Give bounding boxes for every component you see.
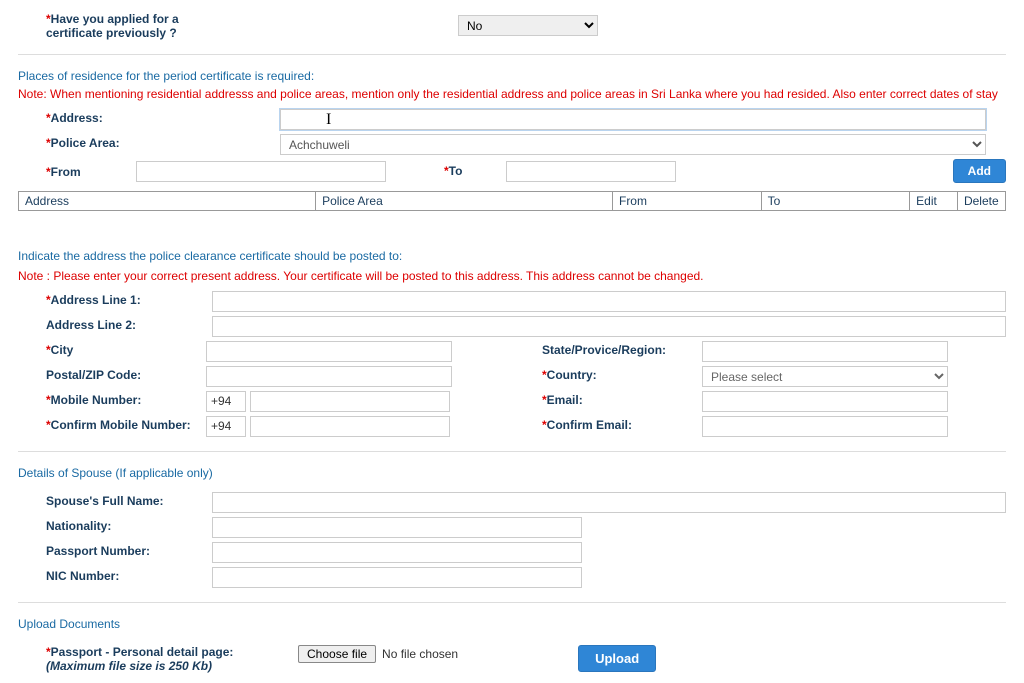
- country-label: Country:: [547, 368, 597, 382]
- postal-label: Postal/ZIP Code:: [46, 368, 141, 382]
- addr1-label: Address Line 1:: [51, 293, 141, 307]
- upload-passport-label: Passport - Personal detail page:: [51, 645, 234, 659]
- applied-prev-label: Have you applied for a certificate previ…: [46, 12, 179, 40]
- confirm-mobile-label: Confirm Mobile Number:: [51, 418, 191, 432]
- col-to: To: [761, 192, 909, 211]
- spouse-nationality-input[interactable]: [212, 517, 582, 538]
- address-input[interactable]: [280, 109, 986, 130]
- confirm-mobile-input[interactable]: [250, 416, 450, 437]
- spouse-nationality-label: Nationality:: [46, 519, 111, 533]
- upload-button[interactable]: Upload: [578, 645, 656, 672]
- email-label: Email:: [547, 393, 583, 407]
- addr2-input[interactable]: [212, 316, 1006, 337]
- col-police: Police Area: [316, 192, 613, 211]
- city-input[interactable]: [206, 341, 452, 362]
- from-date-input[interactable]: [136, 161, 386, 182]
- residence-heading: Places of residence for the period certi…: [18, 69, 1006, 83]
- choose-file-button[interactable]: Choose file: [298, 645, 376, 663]
- confirm-mobile-prefix: +94: [206, 416, 246, 437]
- spouse-fullname-input[interactable]: [212, 492, 1006, 513]
- state-input[interactable]: [702, 341, 948, 362]
- col-edit: Edit: [910, 192, 958, 211]
- col-delete: Delete: [957, 192, 1005, 211]
- upload-max-size: (Maximum file size is 250 Kb): [46, 659, 298, 673]
- add-button[interactable]: Add: [953, 159, 1006, 183]
- mobile-input[interactable]: [250, 391, 450, 412]
- divider: [18, 602, 1006, 603]
- posting-heading: Indicate the address the police clearanc…: [18, 249, 1006, 263]
- confirm-email-label: Confirm Email:: [547, 418, 632, 432]
- spouse-fullname-label: Spouse's Full Name:: [46, 494, 164, 508]
- confirm-email-input[interactable]: [702, 416, 948, 437]
- addr1-input[interactable]: [212, 291, 1006, 312]
- email-input[interactable]: [702, 391, 948, 412]
- from-label: From: [51, 165, 81, 179]
- no-file-text: No file chosen: [382, 647, 458, 661]
- mobile-label: Mobile Number:: [51, 393, 142, 407]
- file-chooser[interactable]: Choose file No file chosen: [298, 645, 458, 663]
- country-select[interactable]: Please select: [702, 366, 948, 387]
- divider: [18, 451, 1006, 452]
- divider: [18, 54, 1006, 55]
- applied-prev-select[interactable]: No: [458, 15, 598, 36]
- to-date-input[interactable]: [506, 161, 676, 182]
- city-label: City: [51, 343, 74, 357]
- mobile-prefix: +94: [206, 391, 246, 412]
- posting-note: Note : Please enter your correct present…: [18, 269, 1006, 283]
- spouse-passport-label: Passport Number:: [46, 544, 150, 558]
- police-area-select[interactable]: Achchuweli: [280, 134, 986, 155]
- addr2-label: Address Line 2:: [46, 318, 136, 332]
- address-label: Address:: [51, 111, 103, 125]
- to-label: To: [449, 164, 463, 178]
- upload-heading: Upload Documents: [18, 617, 1006, 631]
- residence-table: Address Police Area From To Edit Delete: [18, 191, 1006, 211]
- postal-input[interactable]: [206, 366, 452, 387]
- spouse-nic-input[interactable]: [212, 567, 582, 588]
- spouse-heading: Details of Spouse (If applicable only): [18, 466, 1006, 480]
- col-address: Address: [19, 192, 316, 211]
- police-area-label: Police Area:: [51, 136, 120, 150]
- state-label: State/Provice/Region:: [542, 343, 666, 357]
- residence-note: Note: When mentioning residential addres…: [18, 87, 1006, 101]
- spouse-nic-label: NIC Number:: [46, 569, 119, 583]
- col-from: From: [612, 192, 761, 211]
- spouse-passport-input[interactable]: [212, 542, 582, 563]
